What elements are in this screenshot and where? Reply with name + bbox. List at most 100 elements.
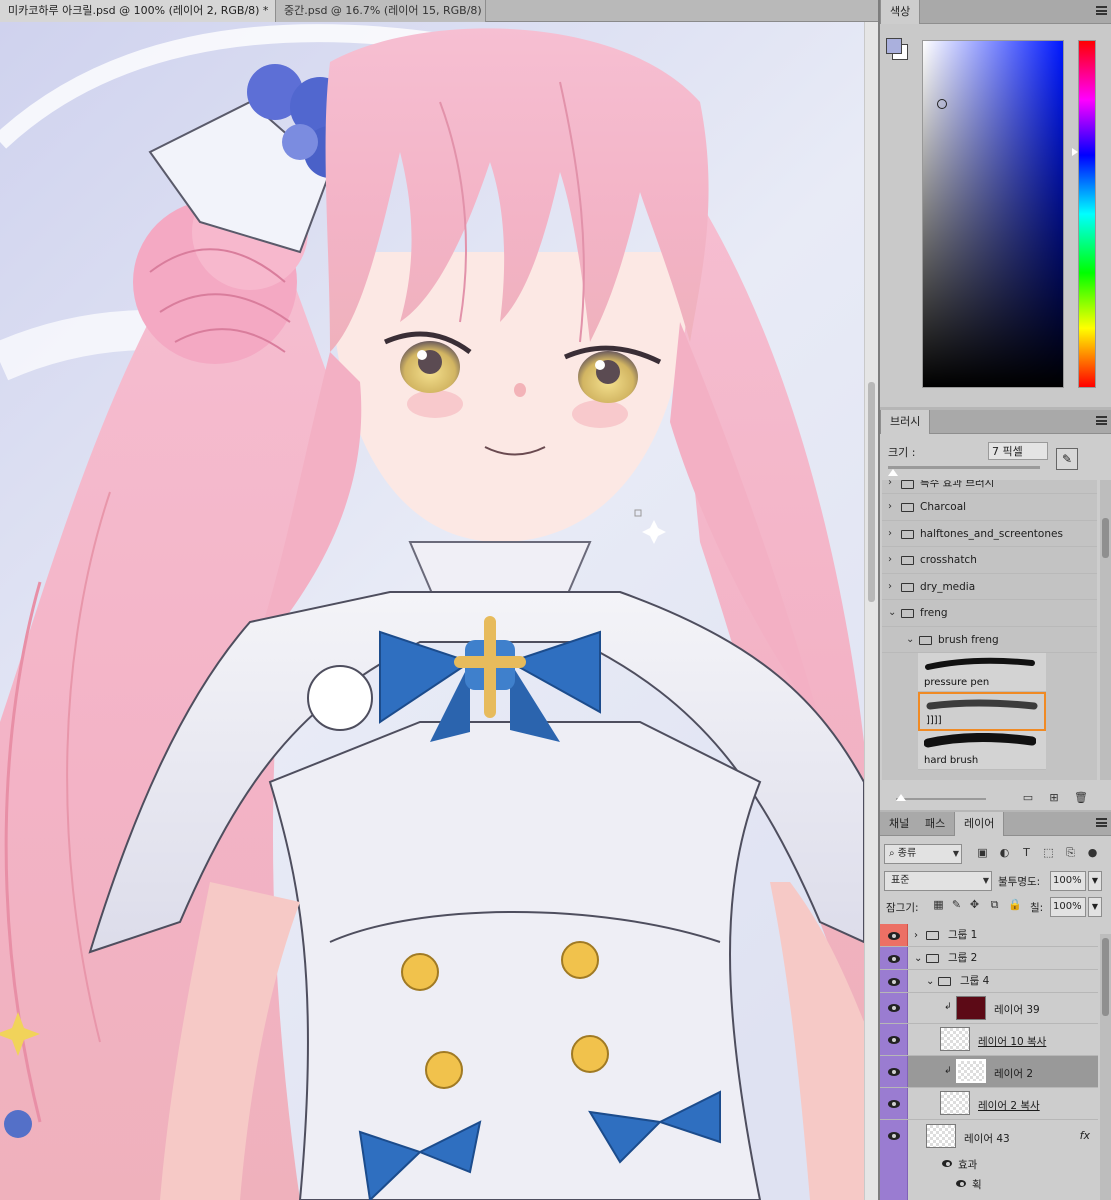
opacity-dropdown[interactable]: ▼	[1088, 871, 1102, 891]
brush-settings-button[interactable]: ✎	[1056, 448, 1078, 470]
chevron-down-icon[interactable]: ⌄	[926, 970, 934, 993]
panel-menu-icon[interactable]	[1096, 6, 1107, 15]
brush-folder[interactable]: › crosshatch	[882, 547, 1097, 574]
visibility-toggle[interactable]	[880, 1056, 908, 1087]
scrollbar-thumb[interactable]	[1102, 938, 1109, 1016]
image-filter-icon[interactable]: ▣	[976, 846, 989, 860]
layer-effect-item[interactable]: 획	[880, 1174, 1098, 1194]
layer-list-scrollbar[interactable]	[1100, 934, 1111, 1200]
new-brush-icon[interactable]: ⊞	[1048, 792, 1060, 804]
layer-row[interactable]: ⌄ 그룹 4	[880, 970, 1098, 993]
smart-object-filter-icon[interactable]: ⎘	[1064, 846, 1077, 860]
preview-size-slider[interactable]	[896, 798, 986, 800]
visibility-toggle[interactable]	[880, 970, 908, 992]
brush-subfolder[interactable]: ⌄ brush freng	[882, 627, 1097, 653]
eye-icon[interactable]	[956, 1180, 966, 1187]
tab-layers[interactable]: 레이어	[954, 812, 1005, 836]
visibility-toggle[interactable]	[880, 1024, 908, 1055]
filter-toggle-icon[interactable]: ●	[1086, 846, 1099, 860]
scrollbar-thumb[interactable]	[1102, 518, 1109, 558]
pen-icon: ✎	[1061, 452, 1073, 466]
layer-list: › 그룹 1 ⌄ 그룹 2 ⌄ 그룹 4 ↲ 레이어 39 레이어 10 복사 …	[880, 924, 1098, 1200]
layer-thumbnail	[956, 1059, 986, 1083]
brush-folder[interactable]: › halftones_and_screentones	[882, 521, 1097, 547]
hue-slider[interactable]	[1078, 40, 1096, 388]
eye-icon	[888, 978, 900, 986]
color-panel	[880, 24, 1111, 407]
document-canvas[interactable]	[0, 22, 864, 1200]
shape-filter-icon[interactable]: ⬚	[1042, 846, 1055, 860]
folder-icon	[901, 480, 914, 489]
brush-panel-header: 브러시	[880, 410, 1111, 434]
new-group-icon[interactable]: ▭	[1022, 792, 1034, 804]
brush-preset[interactable]: hard brush	[918, 731, 1046, 770]
tab-color[interactable]: 색상	[880, 0, 921, 24]
scrollbar-thumb[interactable]	[868, 382, 875, 602]
layer-name: 레이어 10 복사	[978, 1036, 1047, 1048]
layer-row[interactable]: 레이어 43 fx	[880, 1120, 1098, 1200]
saturation-brightness-field[interactable]	[922, 40, 1064, 388]
opacity-input[interactable]: 100%	[1050, 871, 1086, 891]
lock-pixels-icon[interactable]: ✎	[950, 898, 963, 912]
brush-folder[interactable]: › Charcoal	[882, 494, 1097, 521]
layer-row[interactable]: 레이어 10 복사	[880, 1024, 1098, 1056]
layer-row-selected[interactable]: ↲ 레이어 2	[880, 1056, 1098, 1088]
document-tab-active[interactable]: 미카코하루 아크릴.psd @ 100% (레이어 2, RGB/8) *×	[0, 0, 276, 22]
blend-mode-select[interactable]: 표준 ▼	[884, 871, 992, 891]
trash-icon[interactable]: 🗑	[1074, 792, 1088, 804]
brush-stroke-preview	[926, 699, 1038, 710]
clipping-mask-icon: ↲	[944, 1066, 952, 1076]
fill-input[interactable]: 100%	[1050, 897, 1086, 917]
eye-icon	[888, 932, 900, 940]
chevron-down-icon: ⌄	[888, 607, 897, 618]
folder-icon	[926, 931, 939, 940]
visibility-toggle[interactable]	[880, 1088, 908, 1119]
chevron-down-icon: ▼	[1091, 902, 1099, 911]
lock-artboard-icon[interactable]: ⧉	[988, 898, 1001, 912]
canvas-scrollbar[interactable]	[864, 22, 878, 1200]
type-filter-icon[interactable]: T	[1020, 846, 1033, 860]
chevron-right-icon[interactable]: ›	[914, 924, 918, 947]
panel-menu-icon[interactable]	[1096, 818, 1107, 827]
visibility-toggle[interactable]	[880, 947, 908, 969]
lock-transparent-icon[interactable]: ▦	[932, 898, 945, 912]
layer-row[interactable]: ⌄ 그룹 2	[880, 947, 1098, 970]
foreground-color-swatch[interactable]	[886, 38, 902, 54]
color-picker-cursor[interactable]	[937, 99, 947, 109]
brush-size-slider[interactable]	[888, 466, 1040, 469]
fill-dropdown[interactable]: ▼	[1088, 897, 1102, 917]
brush-folder[interactable]: › 특수 효과 브러시	[882, 480, 1097, 494]
chevron-down-icon[interactable]: ⌄	[914, 947, 922, 970]
chevron-down-icon: ▼	[952, 849, 959, 858]
layer-row[interactable]: ↲ 레이어 39	[880, 993, 1098, 1024]
tab-channels[interactable]: 채널	[880, 812, 918, 836]
panel-menu-icon[interactable]	[1096, 416, 1107, 425]
document-tab[interactable]: 중간.psd @ 16.7% (레이어 15, RGB/8)×	[276, 0, 486, 22]
brush-preset[interactable]: pressure pen	[918, 653, 1046, 692]
lock-all-icon[interactable]: 🔒	[1008, 898, 1022, 912]
adjustment-filter-icon[interactable]: ◐	[998, 846, 1011, 860]
visibility-toggle[interactable]	[880, 924, 908, 946]
eye-icon	[888, 1132, 900, 1140]
tab-paths[interactable]: 패스	[916, 812, 954, 836]
lock-position-icon[interactable]: ✥	[968, 898, 981, 912]
brush-size-input[interactable]	[988, 442, 1048, 460]
eye-icon[interactable]	[942, 1160, 952, 1167]
brush-folder-label: Charcoal	[920, 501, 967, 513]
layer-name: 레이어 39	[994, 1004, 1040, 1016]
visibility-toggle[interactable]	[880, 993, 908, 1023]
tab-brush[interactable]: 브러시	[880, 410, 931, 434]
brush-folder[interactable]: ⌄ freng	[882, 600, 1097, 627]
layer-filter-select[interactable]: ⌕ 종류 ▼	[884, 844, 962, 864]
layer-row[interactable]: › 그룹 1	[880, 924, 1098, 947]
slider-thumb-icon[interactable]	[896, 794, 906, 801]
layer-effects-row[interactable]: 효과	[880, 1154, 1098, 1174]
slider-thumb-icon[interactable]	[888, 469, 898, 476]
brush-preset-selected[interactable]: ]]]]	[918, 692, 1046, 731]
layer-row[interactable]: 레이어 2 복사	[880, 1088, 1098, 1120]
folder-icon	[901, 582, 914, 592]
brush-folder[interactable]: › dry_media	[882, 574, 1097, 600]
layer-effects-icon[interactable]: fx	[1080, 1129, 1090, 1142]
effects-label: 효과	[958, 1159, 978, 1171]
brush-list-scrollbar[interactable]	[1100, 480, 1111, 780]
